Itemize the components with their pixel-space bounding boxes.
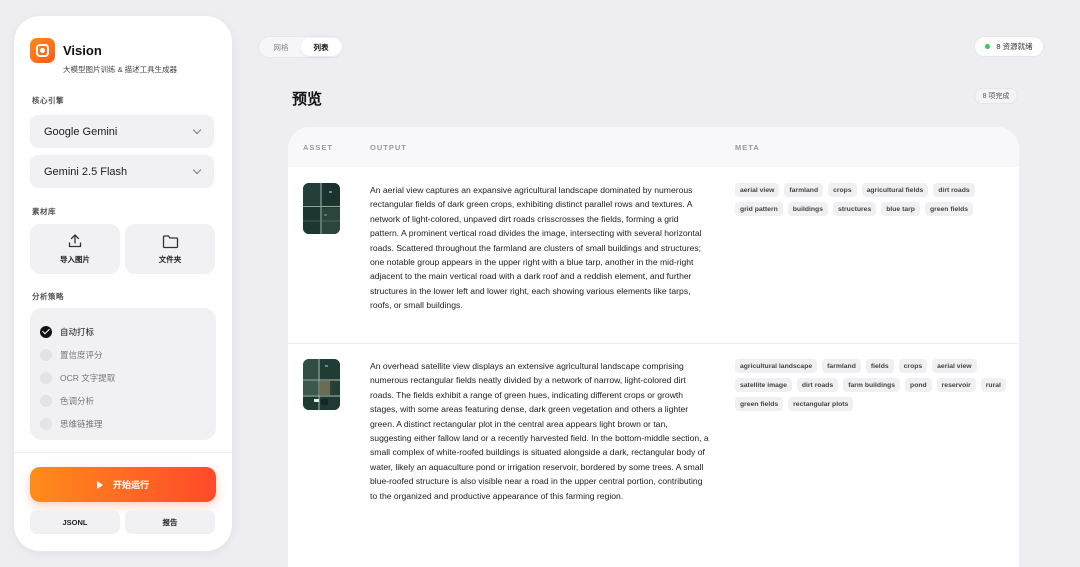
meta-tags: aerial view farmland crops agricultural … — [735, 183, 1007, 216]
option-color-analysis[interactable]: 色调分析 — [40, 389, 206, 412]
tag[interactable]: grid pattern — [735, 202, 783, 216]
tag[interactable]: blue tarp — [881, 202, 920, 216]
chevron-down-icon — [192, 125, 202, 135]
brand-name: Vision — [63, 43, 102, 58]
option-label: 置信度评分 — [60, 349, 103, 360]
option-ocr[interactable]: OCR 文字提取 — [40, 366, 206, 389]
status-badge: 8 资源就绪 — [974, 36, 1044, 57]
checkbox-icon — [40, 348, 52, 361]
tab-grid[interactable]: 网格 — [261, 38, 301, 56]
tag[interactable]: aerial view — [932, 359, 977, 373]
export-jsonl-button[interactable]: JSONL — [30, 510, 120, 534]
strategy-options: 自动打标 置信度评分 OCR 文字提取 色调分析 思维链推理 — [30, 308, 216, 440]
tag[interactable]: dirt roads — [796, 378, 839, 392]
checkbox-checked-icon — [40, 325, 52, 338]
tag[interactable]: agricultural landscape — [735, 359, 818, 373]
sidebar: Vision 大模型图片训练 & 描述工具生成器 核心引擎 Google Gem… — [14, 16, 232, 551]
tag[interactable]: rural — [980, 378, 1006, 392]
asset-thumbnail[interactable] — [303, 183, 340, 234]
provider-select-value: Google Gemini — [44, 125, 118, 138]
tag[interactable]: green fields — [735, 397, 784, 411]
tab-list[interactable]: 列表 — [301, 38, 341, 56]
option-label: 色调分析 — [60, 395, 95, 406]
sidebar-divider — [14, 452, 232, 453]
column-header-meta: META — [735, 143, 760, 152]
tag[interactable]: reservoir — [936, 378, 976, 392]
strategy-section-label: 分析策略 — [32, 292, 64, 301]
option-label: 思维链推理 — [60, 418, 103, 429]
asset-thumbnail[interactable] — [303, 359, 340, 410]
status-dot-icon — [985, 44, 991, 49]
import-images-button[interactable]: 导入图片 — [30, 224, 120, 274]
tag[interactable]: agricultural fields — [861, 183, 929, 197]
import-images-label: 导入图片 — [60, 255, 90, 264]
tag[interactable]: buildings — [787, 202, 828, 216]
play-icon — [96, 480, 103, 489]
chevron-down-icon — [192, 165, 202, 175]
tag[interactable]: farm buildings — [843, 378, 901, 392]
table-row[interactable]: An aerial view captures an expansive agr… — [288, 167, 1019, 343]
folder-icon — [162, 234, 178, 248]
start-run-label: 开始运行 — [112, 480, 149, 490]
tag[interactable]: crops — [898, 359, 928, 373]
provider-select[interactable]: Google Gemini — [30, 115, 214, 148]
tag[interactable]: farmland — [784, 183, 824, 197]
engine-section-label: 核心引擎 — [32, 96, 64, 105]
tag[interactable]: pond — [905, 378, 932, 392]
meta-tags: agricultural landscape farmland fields c… — [735, 359, 1007, 411]
tag[interactable]: dirt roads — [933, 183, 975, 197]
table-row[interactable]: An overhead satellite view displays an e… — [288, 344, 1019, 567]
aerial-farmland-thumbnail — [303, 183, 340, 234]
model-select-value: Gemini 2.5 Flash — [44, 165, 128, 178]
results-table: ASSET OUTPUT META An aerial view capture… — [288, 127, 1019, 567]
tag[interactable]: structures — [832, 202, 877, 216]
folder-button[interactable]: 文件夹 — [125, 224, 215, 274]
tag[interactable]: crops — [828, 183, 857, 197]
page-title: 预览 — [292, 91, 323, 108]
tag[interactable]: farmland — [822, 359, 861, 373]
checkbox-icon — [40, 394, 52, 407]
satellite-farmland-thumbnail — [303, 359, 340, 410]
upload-icon — [68, 234, 82, 248]
option-chain-of-thought[interactable]: 思维链推理 — [40, 412, 206, 435]
option-confidence-score[interactable]: 置信度评分 — [40, 343, 206, 366]
brand-subtitle: 大模型图片训练 & 描述工具生成器 — [63, 65, 178, 74]
report-button[interactable]: 报告 — [125, 510, 215, 534]
option-label: 自动打标 — [60, 326, 95, 337]
tag[interactable]: aerial view — [735, 183, 780, 197]
library-section-label: 素材库 — [32, 207, 56, 216]
completed-count-badge: 8 项完成 — [974, 88, 1018, 104]
model-select[interactable]: Gemini 2.5 Flash — [30, 155, 214, 188]
tag[interactable]: rectangular plots — [788, 397, 854, 411]
output-description: An overhead satellite view displays an e… — [370, 361, 709, 501]
view-toggle: 网格 列表 — [258, 36, 344, 58]
column-header-asset: ASSET — [303, 143, 334, 152]
tag[interactable]: fields — [865, 359, 894, 373]
folder-label: 文件夹 — [158, 254, 182, 264]
checkbox-icon — [40, 371, 52, 384]
status-text: 8 资源就绪 — [996, 42, 1033, 51]
vision-logo-icon — [30, 38, 55, 63]
table-header: ASSET OUTPUT META — [288, 127, 1019, 167]
tag[interactable]: green fields — [924, 202, 974, 216]
start-run-button[interactable]: 开始运行 — [30, 467, 216, 502]
brand: Vision 大模型图片训练 & 描述工具生成器 — [30, 38, 177, 74]
column-header-output: OUTPUT — [370, 143, 407, 152]
output-description: An aerial view captures an expansive agr… — [370, 185, 702, 311]
option-label: OCR 文字提取 — [60, 372, 116, 383]
tag[interactable]: satellite image — [735, 378, 792, 392]
checkbox-icon — [40, 417, 52, 430]
option-auto-tagging[interactable]: 自动打标 — [40, 320, 206, 343]
